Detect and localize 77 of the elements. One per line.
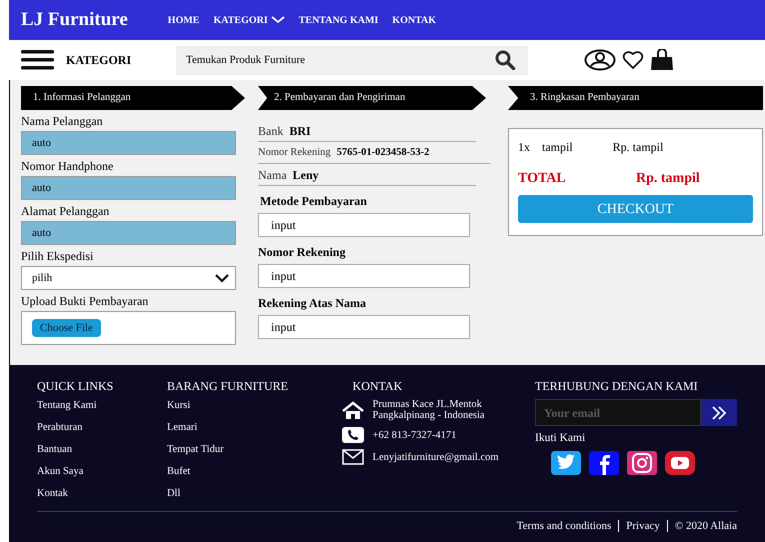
footer-link[interactable]: Lemari bbox=[166, 421, 198, 443]
user-icon bbox=[584, 49, 616, 71]
info-label: Nomor Rekening bbox=[258, 146, 331, 160]
footer-link[interactable]: Kursi bbox=[166, 399, 190, 421]
step-banner: 2. Pembayaran dan Pengiriman bbox=[258, 86, 486, 110]
select-field[interactable]: pilih bbox=[21, 266, 236, 290]
category-menu-button[interactable]: KATEGORI bbox=[21, 50, 176, 70]
nav-link[interactable]: KONTAK bbox=[392, 12, 436, 28]
footer-link[interactable]: Kontak bbox=[37, 487, 68, 509]
brand-logo[interactable]: LJ Furniture bbox=[21, 6, 128, 34]
separator-icon bbox=[666, 520, 668, 532]
contact-text: +62 813-7327-4171 bbox=[372, 430, 456, 440]
follow-label: Ikuti Kami bbox=[535, 431, 586, 446]
field-label: Rekening Atas Nama bbox=[258, 295, 368, 312]
phone-icon bbox=[342, 427, 364, 443]
footer-link[interactable]: Perabturan bbox=[37, 421, 82, 443]
field-label: Metode Pembayaran bbox=[259, 193, 368, 210]
item-name: tampil bbox=[542, 140, 573, 154]
search-button[interactable] bbox=[484, 46, 528, 74]
double-chevron-icon bbox=[711, 406, 727, 420]
play-button-icon[interactable] bbox=[665, 451, 695, 476]
shopping-bag-icon bbox=[650, 49, 674, 71]
bird-icon[interactable] bbox=[551, 451, 581, 476]
nav-link[interactable]: KATEGORI bbox=[213, 12, 285, 28]
separator-icon bbox=[618, 520, 620, 532]
footer-link[interactable]: Tempat Tidur bbox=[166, 443, 224, 465]
footer-heading: TERHUBUNG DENGAN KAMI bbox=[535, 378, 699, 395]
email-field[interactable]: Your email bbox=[535, 399, 701, 426]
footer-link[interactable]: Tentang Kami bbox=[37, 399, 97, 421]
info-label: Nama bbox=[258, 166, 287, 184]
input-field[interactable]: input bbox=[258, 315, 470, 339]
field-label: Nomor Handphone bbox=[21, 158, 114, 174]
menu-icon bbox=[21, 50, 54, 70]
footer-link[interactable]: © 2020 Allaia bbox=[674, 518, 737, 534]
house-icon bbox=[342, 401, 364, 419]
footer-link[interactable]: Privacy bbox=[626, 518, 660, 534]
footer-heading: BARANG FURNITURE bbox=[166, 378, 289, 395]
input-field[interactable]: auto bbox=[21, 131, 236, 155]
contact-text: Lenyjatifurniture@gmail.com bbox=[372, 452, 499, 462]
envelope-icon bbox=[342, 449, 364, 465]
step-banner: 1. Informasi Pelanggan bbox=[21, 86, 245, 110]
footer-heading: KONTAK bbox=[352, 378, 404, 395]
footer-link[interactable]: Bufet bbox=[166, 465, 190, 487]
footer-link[interactable]: Dll bbox=[166, 487, 180, 509]
subscribe-button[interactable] bbox=[701, 399, 737, 426]
footer-link[interactable]: Bantuan bbox=[37, 443, 72, 465]
input-field[interactable]: auto bbox=[21, 176, 236, 200]
search-field[interactable]: Temukan Produk Furniture bbox=[176, 46, 484, 74]
field-label: Pilih Ekspedisi bbox=[21, 248, 94, 264]
footer-link[interactable]: Terms and conditions bbox=[516, 518, 612, 534]
footer-link[interactable]: Akun Saya bbox=[37, 465, 84, 487]
step-banner: 3. Ringkasan Pembayaran bbox=[508, 86, 763, 110]
contact-text: Prumnas Kace JL.Mentok Pangkalpinang - Indonesia bbox=[372, 399, 486, 421]
choose-file-button[interactable]: Choose File bbox=[32, 319, 101, 337]
heart-icon bbox=[622, 50, 644, 70]
info-value: Leny bbox=[292, 166, 319, 184]
total-value: Rp. tampil bbox=[636, 170, 700, 188]
info-value: 5765-01-023458-53-2 bbox=[336, 146, 430, 160]
search-icon bbox=[495, 50, 517, 70]
item-price: Rp. tampil bbox=[612, 140, 664, 154]
info-value: BRI bbox=[289, 122, 311, 140]
camera-icon[interactable] bbox=[627, 451, 657, 476]
field-label: Upload Bukti Pembayaran bbox=[21, 293, 150, 309]
chevron-down-icon bbox=[215, 274, 229, 282]
field-label: Nomor Rekening bbox=[258, 244, 346, 261]
input-field[interactable]: input bbox=[258, 213, 470, 237]
field-label: Alamat Pelanggan bbox=[21, 203, 110, 219]
total-label: TOTAL bbox=[518, 170, 567, 188]
letter-f-icon[interactable] bbox=[589, 451, 619, 476]
field-label: Nama Pelanggan bbox=[21, 113, 104, 129]
info-label: Bank bbox=[258, 122, 284, 140]
input-field[interactable]: input bbox=[258, 264, 470, 288]
nav-link[interactable]: TENTANG KAMI bbox=[298, 12, 378, 28]
input-field[interactable]: auto bbox=[21, 221, 236, 245]
nav-link[interactable]: HOME bbox=[168, 12, 200, 28]
footer-heading: QUICK LINKS bbox=[37, 378, 114, 395]
item-quantity: 1x bbox=[518, 140, 530, 154]
